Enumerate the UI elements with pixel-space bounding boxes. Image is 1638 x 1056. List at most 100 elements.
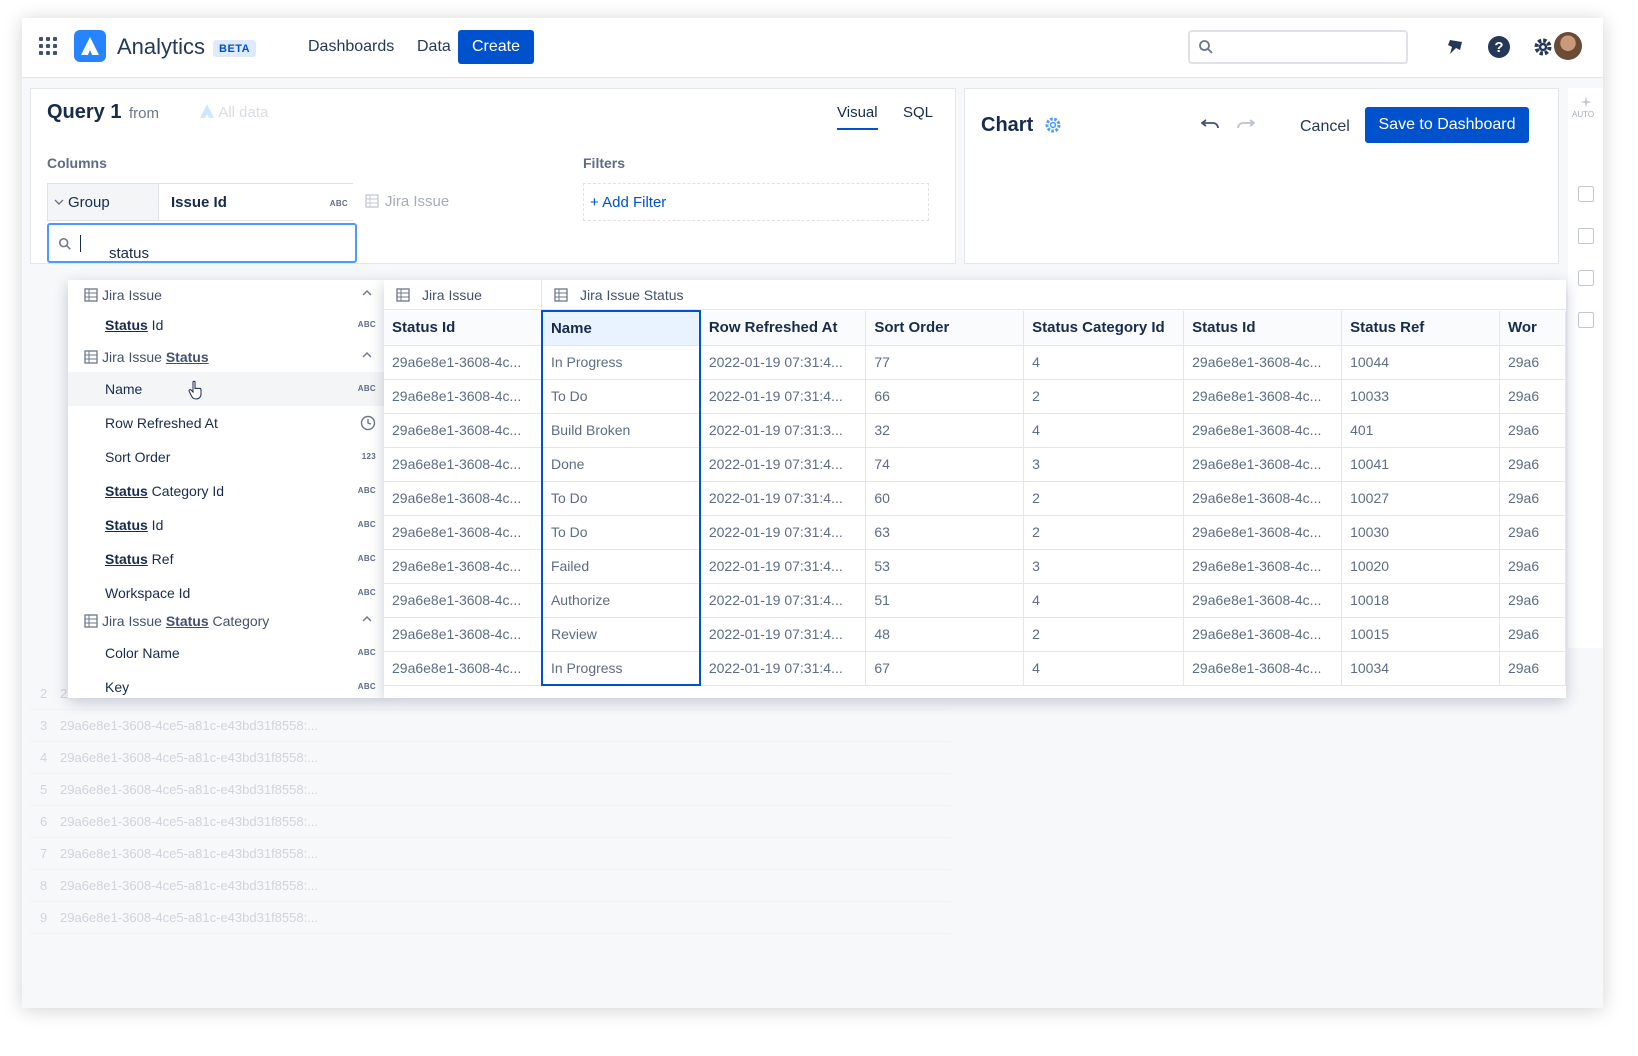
column-option-text: Category Id xyxy=(147,483,225,499)
column-header[interactable]: Sort Order xyxy=(865,311,1025,346)
column-option[interactable]: Color Name ABC xyxy=(68,636,384,670)
search-icon xyxy=(58,237,71,250)
table-row: 29a6e8e1-3608-4c... To Do 2022-01-19 07:31… xyxy=(384,481,1566,516)
table-row: 29a6e8e1-3608-4c... Authorize 2022-01-19 0… xyxy=(384,583,1566,618)
chevron-up-icon[interactable] xyxy=(362,351,372,359)
user-avatar[interactable] xyxy=(1554,32,1582,60)
table-cell: 4 xyxy=(1023,583,1185,618)
column-header[interactable]: Status Id xyxy=(384,311,543,346)
column-option-label: Color Name xyxy=(105,645,180,661)
table-cell: 29a6e8e1-3608-4c... xyxy=(384,413,543,448)
chevron-down-icon[interactable] xyxy=(54,198,64,206)
table-group-header[interactable]: Jira Issue Status xyxy=(68,342,384,372)
table-cell: 2 xyxy=(1023,515,1185,550)
table-cell: 67 xyxy=(865,651,1025,686)
table-cell: 29a6e8e1-3608-4c... xyxy=(1183,447,1343,482)
column-option-text: Ref xyxy=(147,551,174,567)
preview-source-label: Jira Issue Status xyxy=(580,287,684,303)
table-cell: 2022-01-19 07:31:4... xyxy=(699,345,867,380)
add-filter-area[interactable]: + Add Filter xyxy=(583,183,929,221)
column-option[interactable]: Status Ref ABC xyxy=(68,542,384,576)
auto-chart-label[interactable]: AUTO xyxy=(1572,110,1594,119)
column-option-text: Id xyxy=(147,317,164,333)
column-option-label: Workspace Id xyxy=(105,585,190,601)
row-number: 7 xyxy=(40,846,48,861)
column-option[interactable]: Sort Order 123 xyxy=(68,440,384,474)
table-group-label: Jira Issue Status xyxy=(102,349,209,365)
analytics-logo-icon[interactable] xyxy=(74,30,106,62)
column-option[interactable]: Key ABC xyxy=(68,670,384,698)
column-header[interactable]: Row Refreshed At xyxy=(699,311,867,346)
line-chart-icon[interactable] xyxy=(1578,312,1594,328)
nav-dashboards[interactable]: Dashboards xyxy=(308,38,394,56)
global-search-input[interactable] xyxy=(1188,30,1408,64)
column-option-match: Status xyxy=(105,483,148,499)
tab-visual[interactable]: Visual xyxy=(837,104,878,130)
redo-icon[interactable] xyxy=(1235,117,1255,131)
chevron-up-icon[interactable] xyxy=(362,615,372,623)
column-header[interactable]: Wor xyxy=(1499,311,1566,346)
row-number: 8 xyxy=(40,878,48,893)
sparkle-icon[interactable] xyxy=(1580,96,1592,108)
settings-gear-icon[interactable] xyxy=(1530,34,1556,60)
column-issue-id[interactable]: Issue Id ABC xyxy=(158,184,354,220)
column-chip[interactable]: Group Issue Id ABC xyxy=(47,183,354,221)
save-to-dashboard-button[interactable]: Save to Dashboard xyxy=(1365,107,1529,143)
table-chart-icon[interactable] xyxy=(1578,186,1594,202)
table-cell: 10034 xyxy=(1341,651,1500,686)
bar-chart-icon[interactable] xyxy=(1578,270,1594,286)
text-type-icon: ABC xyxy=(357,520,376,529)
column-option[interactable]: Status Id ABC xyxy=(68,508,384,542)
notifications-icon[interactable] xyxy=(1442,34,1468,60)
table-cell: 63 xyxy=(865,515,1025,550)
text-type-icon: ABC xyxy=(357,384,376,393)
table-cell: Review xyxy=(540,617,701,652)
column-option[interactable]: Status Id ABC xyxy=(68,308,384,342)
nav-data[interactable]: Data xyxy=(417,38,451,56)
query-source-label[interactable]: All data xyxy=(199,103,268,121)
table-group-header[interactable]: Jira Issue xyxy=(68,280,384,310)
column-search-input[interactable]: status xyxy=(47,223,357,263)
column-header[interactable]: Status Ref xyxy=(1341,311,1500,346)
column-header[interactable]: Status Id xyxy=(1183,311,1343,346)
table-cell: Build Broken xyxy=(540,413,701,448)
create-button[interactable]: Create xyxy=(458,30,534,64)
text-type-icon: ABC xyxy=(357,554,376,563)
column-option-label: Status Id xyxy=(105,317,163,333)
column-option[interactable]: Row Refreshed At xyxy=(68,406,384,440)
table-cell: 10020 xyxy=(1341,549,1500,584)
number-chart-icon[interactable] xyxy=(1578,228,1594,244)
chart-type-rail: AUTO xyxy=(1568,88,1603,648)
column-picker-dropdown: Jira Issue Status Id ABC Jira Issue Status N… xyxy=(68,280,384,698)
table-cell: 10027 xyxy=(1341,481,1500,516)
cancel-button[interactable]: Cancel xyxy=(1300,118,1350,136)
column-option-text: Sort Order xyxy=(105,449,171,465)
table-cell: 4 xyxy=(1023,651,1185,686)
undo-icon[interactable] xyxy=(1201,117,1221,131)
background-results: 2 29a6e8e1-3608-4ce5-a81c-e43bd31f8558:..… xyxy=(30,678,1594,998)
number-type-icon: 123 xyxy=(361,452,376,461)
app-switcher-icon[interactable] xyxy=(39,37,57,55)
column-option[interactable]: Workspace Id ABC xyxy=(68,576,384,610)
preview-grid: Status Id Name Row Refreshed At Sort Order S… xyxy=(384,310,1566,686)
chevron-up-icon[interactable] xyxy=(362,289,372,297)
column-header[interactable]: Status Category Id xyxy=(1023,311,1185,346)
table-group-header[interactable]: Jira Issue Status Category xyxy=(68,606,384,636)
table-cell: 53 xyxy=(865,549,1025,584)
column-option[interactable]: Name ABC xyxy=(68,372,384,406)
column-option-label: Sort Order xyxy=(105,449,170,465)
table-cell: 10015 xyxy=(1341,617,1500,652)
query-title: Query 1 xyxy=(47,101,122,123)
chart-settings-gear-icon[interactable] xyxy=(1043,115,1063,135)
column-option[interactable]: Status Category Id ABC xyxy=(68,474,384,508)
table-icon xyxy=(84,614,98,628)
table-cell: 74 xyxy=(865,447,1025,482)
help-icon[interactable]: ? xyxy=(1486,34,1512,60)
table-cell: 3 xyxy=(1023,549,1185,584)
group-toggle[interactable]: Group xyxy=(68,194,110,211)
row-number: 3 xyxy=(40,718,48,733)
tab-sql[interactable]: SQL xyxy=(903,104,933,128)
table-cell: 10018 xyxy=(1341,583,1500,618)
add-filter-button[interactable]: + Add Filter xyxy=(590,194,666,211)
column-header[interactable]: Name xyxy=(540,310,701,346)
